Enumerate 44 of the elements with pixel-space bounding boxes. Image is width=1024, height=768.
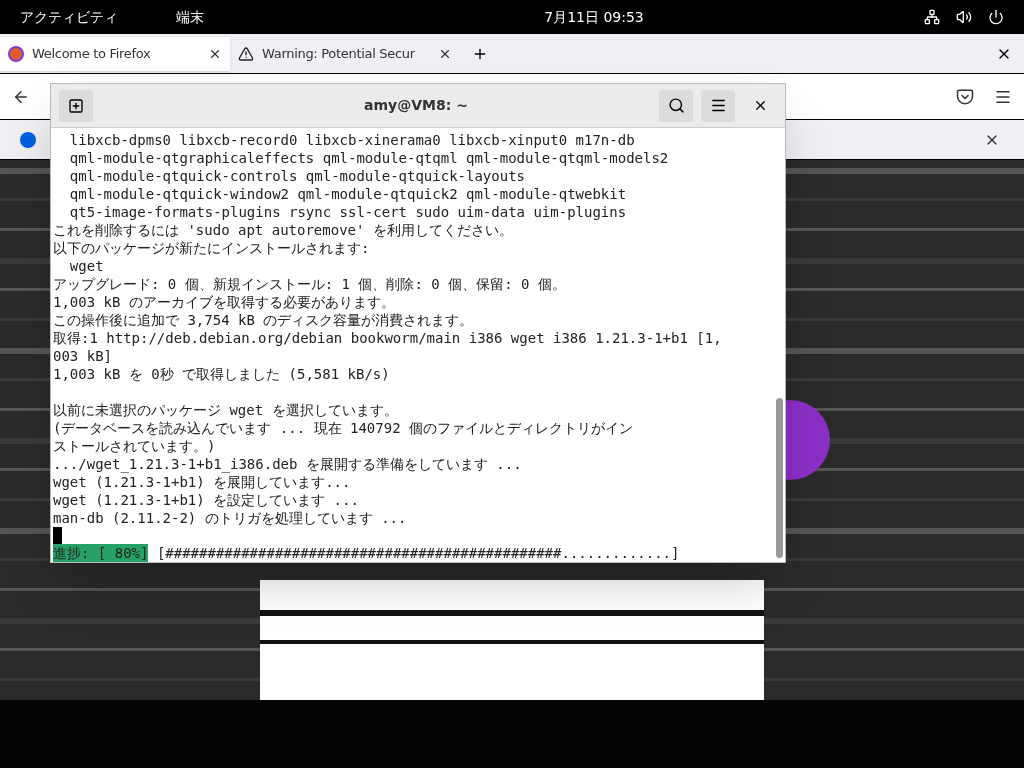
terminal-line: 1,003 kB を 0秒 で取得しました (5,581 kB/s) bbox=[53, 365, 391, 383]
volume-icon[interactable] bbox=[956, 9, 972, 25]
terminal-line: 以下のパッケージが新たにインストールされます: bbox=[53, 239, 371, 257]
window-title: amy@VM8: ~ bbox=[363, 96, 469, 115]
terminal-line: 1,003 kB のアーカイブを取得する必要があります。 bbox=[53, 293, 396, 311]
progress-bar-text: [###############################################.............] bbox=[155, 544, 680, 562]
terminal-line: 取得:1 http://deb.debian.org/debian bookworm/main i386 wget i386 1.21.3-1+b1 [1, bbox=[53, 329, 723, 347]
pocket-icon[interactable] bbox=[956, 87, 974, 106]
scrollbar-thumb[interactable] bbox=[775, 398, 783, 558]
terminal-line: libxcb-dpms0 libxcb-record0 libxcb-xinerama0 libxcb-xinput0 m17n-db bbox=[68, 131, 636, 149]
terminal-line: これを削除するには 'sudo apt autoremove' を利用してください。 bbox=[53, 221, 514, 239]
terminal-line: ストールされています。) bbox=[53, 437, 217, 455]
terminal-line: .../wget_1.21.3-1+b1_i386.deb を展開する準備をしています ... bbox=[53, 455, 523, 473]
terminal-line: man-db (2.11.2-2) のトリガを処理しています ... bbox=[53, 509, 408, 527]
clock[interactable]: 7月11日 09:53 bbox=[484, 6, 644, 28]
terminal-line: wget (1.21.3-1+b1) を展開しています... bbox=[53, 473, 352, 491]
browser-logo-icon bbox=[8, 45, 24, 62]
browser-tab[interactable]: Warning: Potential Secur bbox=[230, 36, 460, 71]
app-menu[interactable]: 端末 bbox=[176, 6, 204, 28]
search-button[interactable] bbox=[659, 89, 693, 122]
terminal-line: qml-module-qtquick-controls qml-module-qtquick-layouts bbox=[68, 167, 526, 185]
terminal-line: wget bbox=[68, 257, 105, 275]
info-icon bbox=[20, 131, 36, 148]
cursor bbox=[53, 527, 62, 544]
menu-icon bbox=[709, 97, 727, 114]
terminal-line: アップグレード: 0 個、新規インストール: 1 個、削除: 0 個、保留: 0 個。 bbox=[53, 275, 567, 293]
network-icon[interactable] bbox=[924, 9, 940, 25]
terminal-line: qt5-image-formats-plugins rsync ssl-cert sudo uim-data uim-plugins bbox=[68, 203, 628, 221]
terminal-line: (データベースを読み込んでいます ... 現在 140792 個のファイルとディレクトリがイン bbox=[53, 419, 634, 437]
browser-tab[interactable]: Welcome to Firefox bbox=[0, 36, 230, 71]
power-icon[interactable] bbox=[988, 9, 1004, 25]
new-tab-button[interactable] bbox=[59, 89, 93, 122]
plus-icon bbox=[68, 97, 84, 114]
terminal-line: 003 kB] bbox=[53, 347, 113, 365]
menu-button[interactable] bbox=[701, 89, 735, 122]
terminal-line: wget (1.21.3-1+b1) を設定しています ... bbox=[53, 491, 360, 509]
progress-label: 進捗: [ 80%] bbox=[53, 544, 149, 562]
search-icon bbox=[667, 97, 685, 114]
terminal-line: この操作後に追加で 3,754 kB のディスク容量が消費されます。 bbox=[53, 311, 475, 329]
terminal-line: qml-module-qtgraphicaleffects qml-module-qtqml qml-module-qtqml-models2 bbox=[68, 149, 670, 167]
warning-icon bbox=[238, 45, 254, 62]
terminal-line: qml-module-qtquick-window2 qml-module-qtquick2 qml-module-qtwebkit bbox=[68, 185, 628, 203]
terminal-line: 以前に未選択のパッケージ wget を選択しています。 bbox=[53, 401, 399, 419]
activities-button[interactable]: アクティビティ bbox=[20, 6, 160, 28]
